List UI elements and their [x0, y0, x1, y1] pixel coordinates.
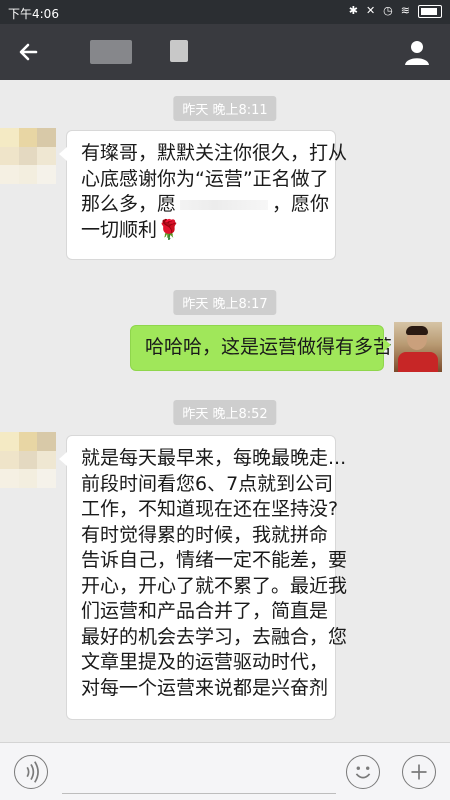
message-line: 对每一个运营来说都是兴奋剂	[81, 676, 329, 699]
message-bubble-incoming[interactable]: 有璨哥，默默关注你很久，打从 心底感谢你为“运营”正名做了 那么多，愿 ，愿你 一…	[59, 130, 348, 260]
redacted-text	[180, 199, 269, 210]
message-timestamp: 昨天 晚上8:52	[173, 400, 277, 425]
message-line: 告诉自己，情绪一定不能差，要	[81, 549, 348, 571]
my-avatar[interactable]	[394, 322, 442, 372]
message-line: 有时觉得累的时候，我就拼命	[81, 523, 329, 546]
person-icon[interactable]	[402, 37, 432, 67]
message-line: 就是每天最早来，每晚最晚走...	[81, 447, 347, 469]
voice-icon[interactable]	[14, 755, 48, 789]
message-line: ，愿你	[272, 193, 330, 215]
message-line: 开心，开心了就不累了。最近我	[81, 574, 348, 597]
emoji-icon[interactable]	[346, 755, 380, 789]
status-bar: 下午4:06 ✱ ✕ ◷ ≋	[0, 0, 450, 24]
message-line: 文章里提及的运营驱动时代，	[81, 651, 329, 673]
arrow-left-icon[interactable]	[14, 37, 44, 67]
sender-avatar[interactable]	[0, 128, 56, 184]
message-line: 有璨哥，默默关注你很久，打从	[81, 142, 348, 164]
message-input[interactable]	[62, 753, 336, 794]
mute-icon: ✕	[365, 4, 376, 17]
message-line: 那么多，愿	[81, 193, 177, 215]
message-bubble-outgoing[interactable]: 哈哈哈，这是运营做得有多苦	[130, 325, 393, 371]
message-line: 前段时间看您6、7点就到公司	[81, 472, 334, 495]
chat-title-redacted	[90, 40, 132, 64]
chat-header	[0, 24, 450, 80]
message-timestamp: 昨天 晚上8:17	[173, 290, 277, 315]
chat-title-redacted-2	[170, 40, 188, 62]
bluetooth-icon: ✱	[348, 4, 358, 17]
message-line: 哈哈哈，这是运营做得有多苦	[145, 336, 393, 358]
message-line: 一切顺利	[81, 218, 158, 241]
message-line: 最好的机会去学习，去融合，您	[81, 625, 348, 648]
message-timestamp: 昨天 晚上8:11	[173, 96, 277, 121]
message-bubble-incoming[interactable]: 就是每天最早来，每晚最晚走... 前段时间看您6、7点就到公司 工作，不知道现在…	[59, 435, 348, 720]
message-line: 工作，不知道现在还在坚持没?	[81, 498, 339, 520]
message-line: 心底感谢你为“运营”正名做了	[81, 167, 329, 190]
alarm-icon: ◷	[383, 4, 393, 17]
sender-avatar[interactable]	[0, 432, 56, 488]
wifi-icon: ≋	[400, 4, 410, 17]
message-line: 们运营和产品合并了，简直是	[81, 600, 329, 622]
input-bar	[0, 742, 450, 800]
status-time: 下午4:06	[8, 7, 59, 21]
battery-icon	[418, 4, 442, 18]
rose-emoji: 🌹	[157, 218, 181, 241]
plus-icon[interactable]	[402, 755, 436, 789]
